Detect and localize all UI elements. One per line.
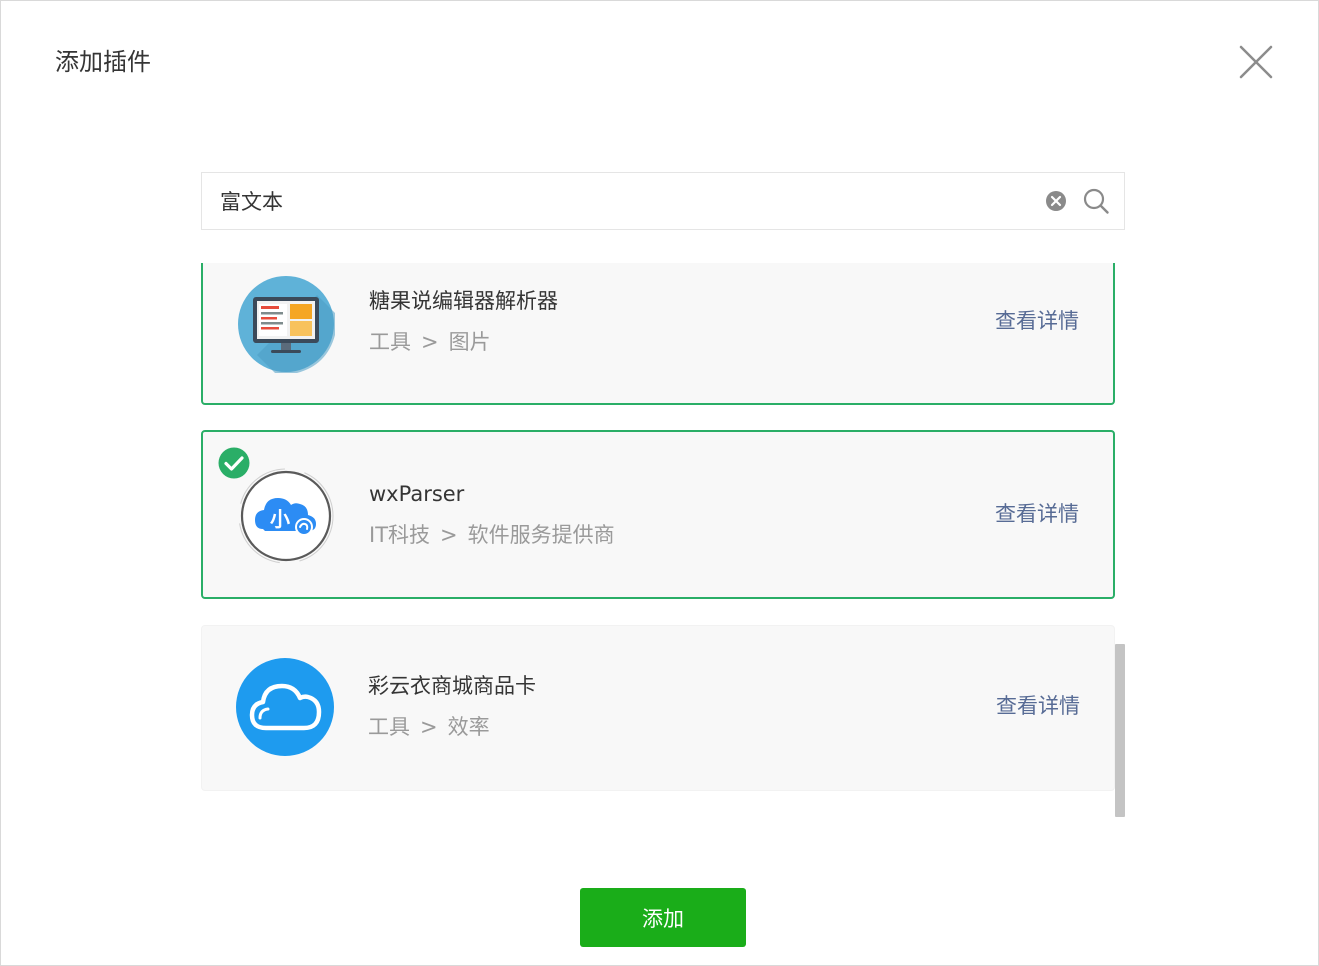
add-button[interactable]: 添加: [580, 888, 746, 947]
plugin-name: 糖果说编辑器解析器: [369, 289, 558, 313]
view-details-link[interactable]: 查看详情: [996, 691, 1080, 721]
close-icon: [1239, 45, 1273, 79]
view-details-link[interactable]: 查看详情: [995, 306, 1079, 336]
dialog-title: 添加插件: [55, 48, 151, 76]
add-plugin-dialog: 添加插件 富文本 糖果说编辑器解析器 工具 > 图片 查看详情 小 wxPars…: [0, 0, 1319, 966]
svg-text:小: 小: [270, 507, 290, 531]
clear-icon: [1046, 191, 1066, 211]
plugin-name: 彩云衣商城商品卡: [368, 674, 536, 698]
plugin-category: 工具 > 效率: [368, 712, 490, 742]
monitor-editor-icon: [238, 276, 335, 373]
subcategory-label: 软件服务提供商: [467, 523, 615, 547]
category-separator: >: [420, 715, 438, 739]
search-button[interactable]: [1082, 187, 1110, 215]
plugin-category: 工具 > 图片: [369, 327, 491, 357]
category-label: IT科技: [369, 523, 431, 547]
category-label: 工具: [369, 330, 411, 354]
plugin-card[interactable]: 糖果说编辑器解析器 工具 > 图片 查看详情: [201, 263, 1115, 405]
view-details-link[interactable]: 查看详情: [995, 499, 1079, 529]
search-box: [201, 172, 1125, 230]
blue-cloud-icon: [236, 658, 334, 756]
category-separator: >: [440, 523, 458, 547]
plugin-name: wxParser: [369, 482, 465, 506]
plugin-card[interactable]: 彩云衣商城商品卡 工具 > 效率 查看详情: [201, 625, 1115, 791]
list-scrollbar[interactable]: [1115, 644, 1125, 817]
subcategory-label: 图片: [448, 330, 491, 354]
category-separator: >: [421, 330, 439, 354]
close-button[interactable]: [1235, 41, 1277, 83]
plugin-category: IT科技 > 软件服务提供商: [369, 520, 615, 550]
plugin-list[interactable]: 糖果说编辑器解析器 工具 > 图片 查看详情 小 wxParser IT科技 >…: [201, 263, 1131, 819]
cloud-mini-program-icon: 小: [238, 468, 334, 564]
search-input[interactable]: [220, 173, 1020, 229]
clear-search-button[interactable]: [1045, 190, 1067, 212]
plugin-card[interactable]: 小 wxParser IT科技 > 软件服务提供商 查看详情: [201, 430, 1115, 599]
search-icon: [1083, 188, 1109, 214]
category-label: 工具: [368, 715, 410, 739]
subcategory-label: 效率: [447, 715, 490, 739]
